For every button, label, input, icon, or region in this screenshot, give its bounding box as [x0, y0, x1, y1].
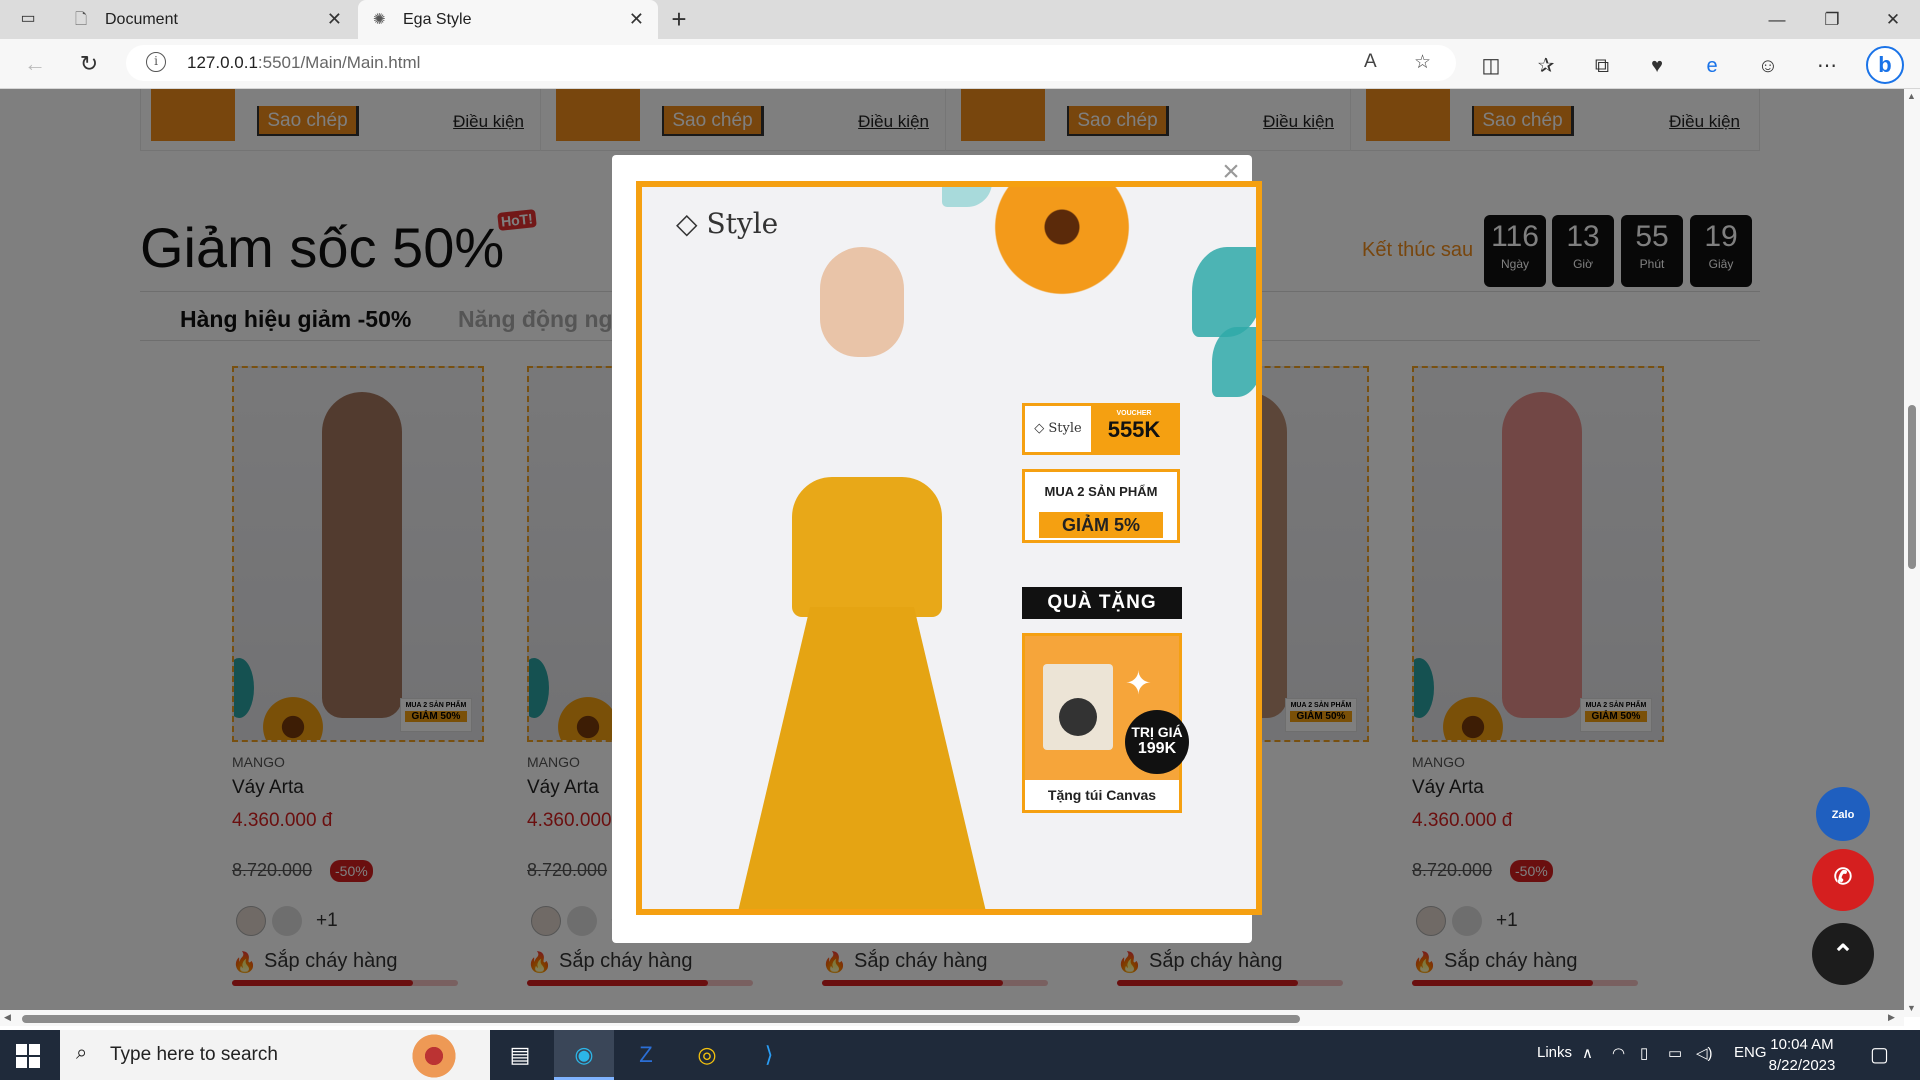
- leaf-decoration: [1212, 327, 1256, 397]
- page-icon: 🗋: [75, 11, 88, 28]
- address-toolbar: ← ↻ i 127.0.0.1:5501/Main/Main.html A ☆ …: [0, 39, 1920, 89]
- scroll-right-icon[interactable]: ▶: [1888, 1012, 1895, 1023]
- voucher-brand: ◇ Style: [1034, 421, 1082, 436]
- close-tab-icon[interactable]: ✕: [327, 0, 342, 39]
- back-button[interactable]: ←: [20, 49, 50, 79]
- show-hidden-icons[interactable]: ∧: [1582, 1044, 1593, 1062]
- brand-logo: ◇ Style: [676, 207, 779, 240]
- close-window-button[interactable]: ✕: [1866, 0, 1920, 39]
- gift-price-badge: TRỊ GIÁ 199K: [1125, 710, 1189, 774]
- search-placeholder: Type here to search: [110, 1044, 278, 1065]
- new-tab-button[interactable]: +: [664, 4, 694, 34]
- tab-bar: ▭ 🗋 Document ✕ ✺ Ega Style ✕ + — ❐ ✕: [0, 0, 1920, 39]
- buy-two-card: MUA 2 SẢN PHẨM GIẢM 5%: [1022, 469, 1180, 543]
- gift-footer: Tặng túi Canvas: [1025, 780, 1179, 810]
- scroll-left-icon[interactable]: ◀: [4, 1012, 11, 1023]
- scroll-up-icon[interactable]: ▲: [1907, 91, 1916, 101]
- windows-start-icon[interactable]: [16, 1044, 40, 1068]
- zalo-chat-button[interactable]: Zalo: [1816, 787, 1870, 841]
- leaf-decoration: [1192, 247, 1256, 337]
- search-icon: ⌕: [76, 1042, 88, 1064]
- scroll-top-button[interactable]: ⌃: [1812, 923, 1874, 985]
- address-bar[interactable]: i 127.0.0.1:5501/Main/Main.html A ☆: [126, 45, 1456, 81]
- scrollbar-thumb[interactable]: [1908, 405, 1916, 569]
- collections-icon[interactable]: ⧉: [1587, 52, 1617, 80]
- voucher-card: ◇ Style VOUCHER 555K: [1022, 403, 1180, 455]
- info-icon[interactable]: i: [146, 52, 166, 72]
- taskbar: ⌕ Type here to search ▤ ◉ Z ◎ ⟩ Links ∧ …: [0, 1030, 1920, 1080]
- refresh-button[interactable]: ↻: [74, 49, 104, 79]
- vscode-taskbar-icon[interactable]: ⟩: [739, 1030, 799, 1080]
- voucher-value: VOUCHER 555K: [1091, 406, 1177, 452]
- edge-taskbar-icon[interactable]: ◉: [554, 1030, 614, 1080]
- bing-copilot-icon[interactable]: b: [1866, 46, 1904, 84]
- scroll-down-icon[interactable]: ▼: [1907, 1003, 1916, 1013]
- read-aloud-icon[interactable]: A: [1364, 51, 1377, 73]
- browser-essentials-icon[interactable]: ♥: [1642, 52, 1672, 80]
- url-text[interactable]: 127.0.0.1:5501/Main/Main.html: [187, 53, 420, 73]
- extensions-icon[interactable]: ☺: [1753, 52, 1783, 80]
- split-screen-icon[interactable]: ◫: [1476, 52, 1506, 80]
- favorites-icon[interactable]: ✰: [1531, 52, 1561, 80]
- scrollbar-thumb[interactable]: [22, 1015, 1300, 1023]
- promo-banner[interactable]: ◇ Style ◇ Style VOUCHER 555K MUA 2 SẢN PH…: [636, 181, 1262, 915]
- gift-card: ✦ TRỊ GIÁ 199K Tặng túi Canvas: [1022, 633, 1189, 813]
- sunflower-decoration: [972, 187, 1152, 307]
- battery-icon[interactable]: ▯: [1640, 1044, 1648, 1062]
- vertical-scrollbar[interactable]: ▲ ▼: [1904, 89, 1920, 1017]
- system-clock[interactable]: 10:04 AM 8/22/2023: [1760, 1034, 1844, 1076]
- tab-title: Document: [105, 11, 178, 28]
- tab-title: Ega Style: [403, 11, 472, 28]
- site-favicon-icon: ✺: [373, 11, 386, 28]
- search-highlight-icon: [406, 1034, 462, 1078]
- wifi-icon[interactable]: ◠: [1612, 1044, 1625, 1062]
- buy-two-text: MUA 2 SẢN PHẨM: [1044, 484, 1158, 499]
- restore-button[interactable]: ❐: [1805, 0, 1859, 39]
- buy-two-discount: GIẢM 5%: [1039, 512, 1163, 538]
- network-warning-icon[interactable]: ▭: [1668, 1044, 1682, 1062]
- chrome-taskbar-icon[interactable]: ◎: [677, 1030, 737, 1080]
- task-view-icon[interactable]: ▤: [490, 1030, 550, 1080]
- phone-call-button[interactable]: ✆: [1812, 849, 1874, 911]
- tab-document[interactable]: 🗋 Document ✕: [60, 0, 356, 39]
- model-photo: [722, 241, 992, 909]
- horizontal-scrollbar[interactable]: ◀ ▶: [0, 1010, 1904, 1026]
- tab-actions-icon[interactable]: ▭: [16, 8, 40, 30]
- zalo-taskbar-icon[interactable]: Z: [616, 1030, 676, 1080]
- favorite-star-icon[interactable]: ☆: [1414, 51, 1431, 74]
- edge-icon[interactable]: e: [1697, 52, 1727, 80]
- notifications-icon[interactable]: ▢: [1870, 1042, 1889, 1067]
- web-page: Sao chép Điều kiện Sao chép Điều kiện Sa…: [0, 89, 1904, 1017]
- canvas-bag-image: [1043, 664, 1113, 750]
- close-tab-icon[interactable]: ✕: [629, 0, 644, 39]
- sparkle-icon: ✦: [1125, 665, 1152, 701]
- links-toolbar[interactable]: Links: [1537, 1044, 1572, 1061]
- volume-icon[interactable]: ◁): [1696, 1044, 1713, 1062]
- more-menu-icon[interactable]: ⋯: [1812, 52, 1842, 80]
- tab-ega-style[interactable]: ✺ Ega Style ✕: [358, 0, 658, 39]
- minimize-button[interactable]: —: [1750, 0, 1804, 39]
- gift-header: QUÀ TẶNG: [1022, 587, 1182, 619]
- taskbar-search[interactable]: ⌕ Type here to search: [60, 1030, 490, 1080]
- promo-popup: × ◇ Style ◇ Style VOUCHER 555K MUA 2 SẢN …: [612, 155, 1262, 943]
